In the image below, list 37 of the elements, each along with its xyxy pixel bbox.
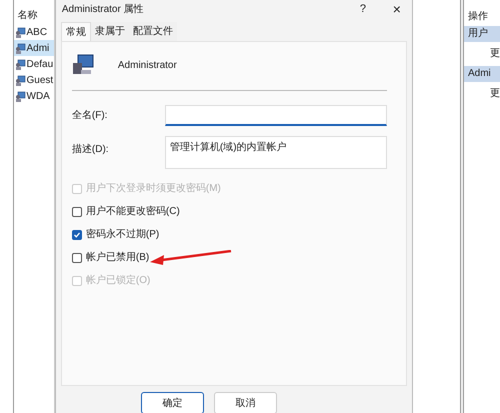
user-list-item[interactable]: Guest — [14, 72, 54, 88]
description-field[interactable]: 管理计算机(域)的内置帐户 — [164, 136, 387, 169]
user-list-item[interactable]: WDA — [14, 88, 54, 104]
window-title: Administrator 属性 — [60, 2, 144, 16]
user-icon — [14, 58, 26, 70]
user-name: Administrator — [118, 58, 177, 72]
check-icon — [72, 230, 81, 238]
user-icon — [14, 74, 26, 86]
user-icon — [14, 42, 26, 54]
section-header: Admi — [464, 66, 500, 82]
user-icon — [14, 26, 26, 38]
column-header: 名称 — [16, 9, 38, 23]
checkbox[interactable] — [72, 252, 82, 262]
dialog-button[interactable]: 确定 — [140, 392, 204, 413]
checkbox-label: 帐户已禁用(B) — [86, 250, 150, 265]
section-header: 用户 — [464, 26, 500, 42]
user-computer-icon — [72, 53, 94, 77]
dialog-button[interactable]: 取消 — [214, 392, 277, 413]
user-list-item[interactable]: ABC — [14, 24, 54, 40]
field-label: 全名(F): — [72, 109, 108, 123]
checkbox-label: 密码永不过期(P) — [86, 228, 160, 242]
user-list-item[interactable]: Defau — [14, 56, 54, 72]
checkbox[interactable] — [72, 206, 82, 216]
user-list-item[interactable]: Admi — [14, 40, 54, 56]
tab[interactable]: 常规 — [60, 22, 91, 41]
action-link[interactable]: 更 — [464, 42, 500, 66]
checkbox-label: 用户下次登录时须更改密码(M) — [86, 182, 221, 196]
full-name-field[interactable] — [164, 105, 387, 126]
pane-header: 操作 — [467, 10, 489, 24]
checkbox[interactable] — [72, 230, 82, 240]
action-link[interactable]: 更 — [464, 82, 500, 106]
close-button[interactable]: × — [388, 0, 405, 20]
user-icon — [14, 90, 26, 102]
help-button[interactable]: ? — [354, 0, 371, 18]
checkbox-label: 用户不能更改密码(C) — [86, 204, 180, 219]
checkbox-label: 帐户已锁定(O) — [86, 274, 150, 288]
field-label: 描述(D): — [72, 142, 110, 157]
